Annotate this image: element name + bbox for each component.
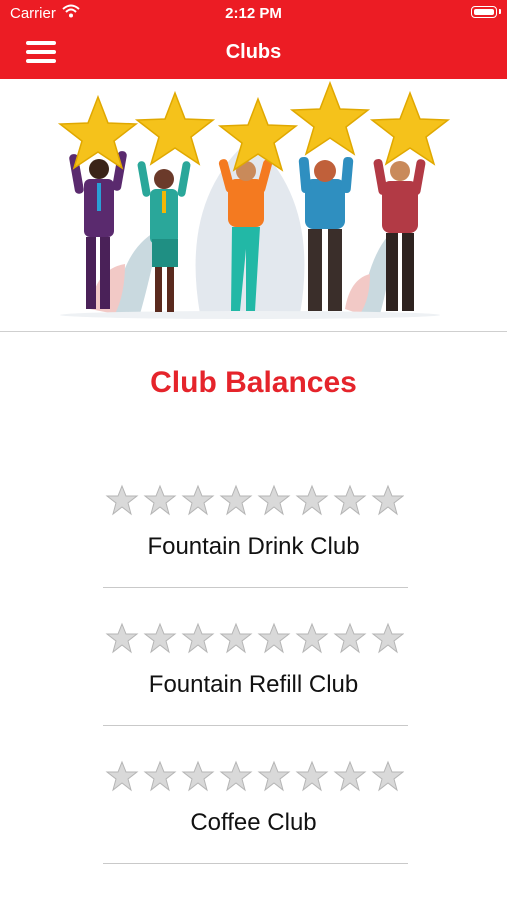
club-name-fountain-drink[interactable]: Fountain Drink Club bbox=[0, 533, 507, 561]
page-title: Clubs bbox=[225, 41, 282, 63]
status-time: 2:12 PM bbox=[225, 5, 282, 22]
people-holding-stars-icon bbox=[57, 80, 451, 319]
hero-illustration bbox=[0, 79, 507, 331]
status-bar: Carrier 2:12 PM bbox=[0, 0, 507, 28]
club-divider bbox=[103, 587, 408, 588]
battery-icon bbox=[471, 6, 497, 18]
club-name-fountain-refill[interactable]: Fountain Refill Club bbox=[0, 671, 507, 699]
header-bar: Carrier 2:12 PM Clubs bbox=[0, 0, 507, 79]
battery-tip bbox=[499, 9, 501, 14]
club-divider bbox=[103, 863, 408, 864]
club-name-coffee[interactable]: Coffee Club bbox=[0, 809, 507, 837]
club-divider bbox=[103, 725, 408, 726]
star-rating-fountain-drink bbox=[105, 484, 404, 516]
star-rating-coffee bbox=[105, 760, 404, 792]
star-rating-fountain-refill bbox=[105, 622, 404, 654]
hero-divider bbox=[0, 331, 507, 332]
section-title: Club Balances bbox=[150, 366, 357, 399]
